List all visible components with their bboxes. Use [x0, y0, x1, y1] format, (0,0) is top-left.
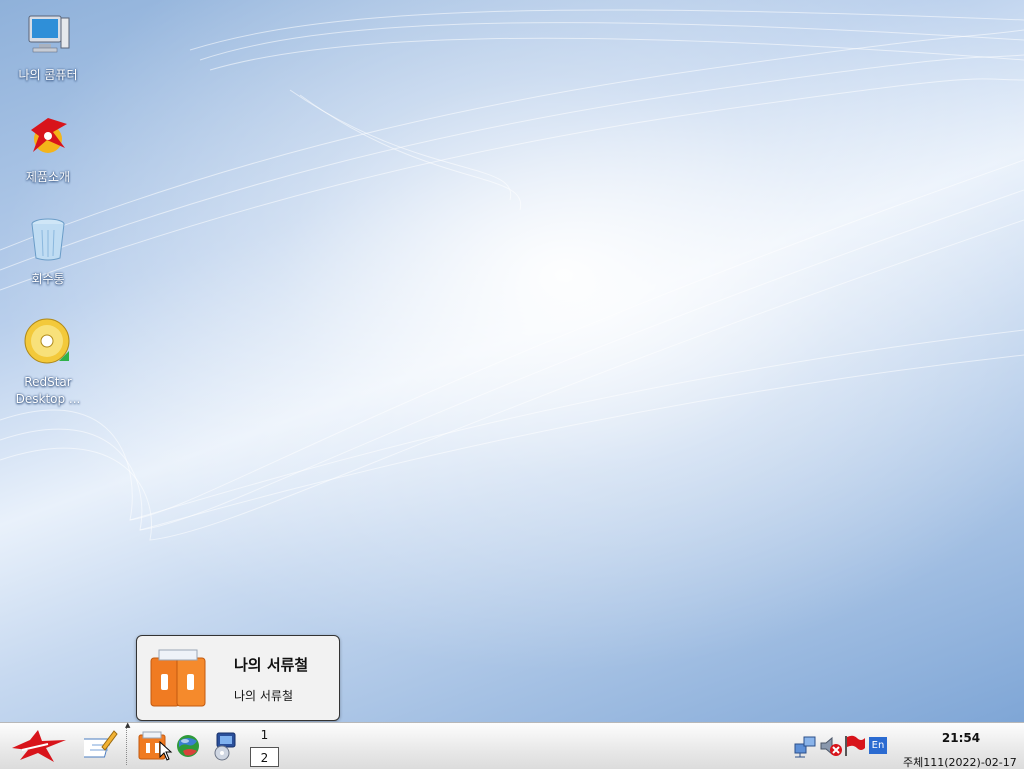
wallpaper-waves — [0, 0, 1024, 722]
launcher-tooltip: 나의 서류철 나의 서류철 — [136, 635, 340, 721]
input-method-icon[interactable]: En — [869, 737, 887, 754]
desktop-icon-label: 제품소개 — [25, 170, 71, 184]
flag-icon[interactable] — [843, 734, 867, 758]
red-star-logo-icon — [31, 118, 67, 153]
desktop-background[interactable]: 나의 콤퓨터 제품소개 회수통 RedStar Desktop ... — [0, 0, 1024, 722]
clock-time[interactable]: 21:54 — [934, 731, 988, 745]
pager-desktop-2[interactable]: 2 — [250, 747, 279, 767]
dvd-disc-icon — [24, 318, 70, 364]
desktop-icon-label: 나의 콤퓨터 — [18, 68, 78, 82]
web-browser-globe-icon[interactable] — [175, 733, 201, 759]
desktop-icon-redstar-dvd[interactable]: RedStar Desktop ... — [0, 317, 96, 408]
taskbar: ▲ 1 2 En 21:54 주체111(2022)-02-17 — [0, 721, 1024, 769]
desktop-icon-my-computer[interactable]: 나의 콤퓨터 — [0, 10, 96, 84]
desktop-icon-label: 회수통 — [31, 272, 65, 286]
desktop-icon-label-line1: RedStar — [24, 375, 72, 389]
network-icon[interactable] — [793, 734, 817, 758]
launcher-separator[interactable] — [126, 727, 131, 765]
launcher-handle-arrow-icon[interactable]: ▲ — [125, 721, 130, 729]
pager-desktop-1[interactable]: 1 — [250, 725, 279, 745]
mouse-cursor-icon — [159, 741, 173, 761]
volume-muted-icon[interactable] — [819, 734, 843, 758]
desktop-icon-trash[interactable]: 회수통 — [0, 214, 96, 288]
folder-binder-icon — [150, 649, 206, 707]
desktop-icon-product-intro[interactable]: 제품소개 — [0, 112, 96, 186]
tooltip-title: 나의 서류철 — [234, 656, 309, 674]
tooltip-subtitle: 나의 서류철 — [234, 689, 294, 703]
computer-icon — [28, 15, 70, 53]
red-star-start-icon[interactable] — [8, 728, 70, 764]
notepad-pencil-icon[interactable] — [84, 729, 118, 761]
media-player-icon[interactable] — [211, 731, 239, 761]
trash-bin-icon — [31, 218, 65, 261]
desktop-icon-label-line2: Desktop ... — [15, 392, 81, 406]
